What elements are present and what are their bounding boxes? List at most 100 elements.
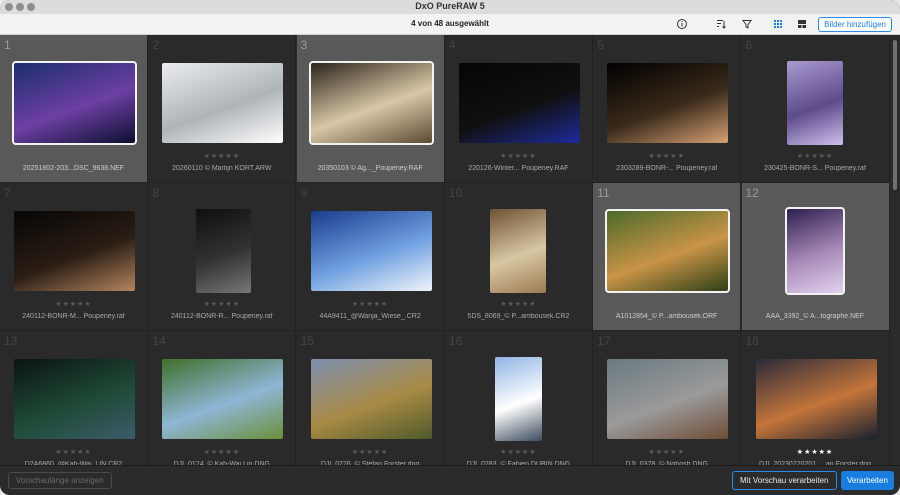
image-tile[interactable]: 2 ★★★★★ 20260110 © Martijn KORT.ARW bbox=[148, 35, 297, 183]
image-tile[interactable]: 5 ★★★★★ 2303289-BONR-... Poupeney.raf bbox=[593, 35, 742, 183]
selection-status: 4 von 48 ausgewählt bbox=[411, 19, 489, 28]
process-button[interactable]: Verarbeiten bbox=[841, 471, 894, 490]
image-grid: 1 ★★★★★ 20251802-203...DSC_9638.NEF 2 ★★★★★ 2… bbox=[0, 35, 890, 465]
star-rating[interactable]: ★★★★★ bbox=[148, 448, 295, 456]
image-thumbnail[interactable] bbox=[784, 207, 845, 295]
image-index: 17 bbox=[597, 334, 611, 348]
image-index: 14 bbox=[152, 334, 166, 348]
sort-icon[interactable] bbox=[715, 18, 727, 30]
image-thumbnail[interactable] bbox=[458, 63, 580, 143]
star-rating[interactable]: ★★★★★ bbox=[0, 152, 147, 160]
image-index: 10 bbox=[448, 186, 463, 200]
grid-view-icon[interactable] bbox=[772, 18, 784, 30]
star-rating[interactable]: ★★★★★ bbox=[297, 152, 444, 160]
image-tile[interactable]: 13 ★★★★★ D2A6860_@Kah-Wai_LIN.CR2 bbox=[0, 331, 148, 465]
image-thumbnail[interactable] bbox=[162, 359, 284, 439]
image-thumbnail[interactable] bbox=[310, 211, 432, 291]
image-filename: 220126-Winter... Poupeney.RAF bbox=[468, 165, 569, 172]
image-index: 5 bbox=[597, 38, 604, 52]
image-tile[interactable]: 12 ★★★★★ AAA_3392_© A...tographe.NEF bbox=[741, 183, 890, 331]
star-rating[interactable]: ★★★★★ bbox=[445, 300, 592, 308]
star-rating[interactable]: ★★★★★ bbox=[297, 448, 444, 456]
image-filename: AAA_3392_© A...tographe.NEF bbox=[765, 313, 865, 320]
image-tile[interactable]: 9 ★★★★★ 44A9411_@Wanja_Wiese_.CR2 bbox=[296, 183, 445, 331]
image-filename: 240112-BONR-R... Poupeney.raf bbox=[170, 313, 273, 320]
info-icon[interactable] bbox=[676, 18, 688, 30]
bottom-bar: Vorschaulänge anzeigen Mit Vorschau vera… bbox=[0, 465, 900, 495]
show-preview-list-button[interactable]: Vorschaulänge anzeigen bbox=[8, 472, 112, 489]
image-index: 11 bbox=[597, 186, 610, 200]
image-index: 16 bbox=[448, 334, 463, 348]
image-thumbnail[interactable] bbox=[196, 209, 252, 293]
image-index: 18 bbox=[745, 334, 759, 348]
image-thumbnail[interactable] bbox=[489, 209, 546, 293]
title-bar: DxO PureRAW 5 bbox=[0, 0, 900, 14]
image-tile[interactable]: 10 ★★★★★ 5DS_8069_© P...ambousek.CR2 bbox=[444, 183, 593, 331]
image-tile[interactable]: 16 ★★★★★ DJI_0283_© Fabien DUBIN.DNG bbox=[445, 331, 593, 465]
star-rating[interactable]: ★★★★★ bbox=[148, 152, 295, 160]
toolbar: 4 von 48 ausgewählt Bilder hinzufügen bbox=[0, 14, 900, 35]
image-tile[interactable]: 15 ★★★★★ DJI_0276_© Stefan Forster.dng bbox=[297, 331, 445, 465]
image-tile[interactable]: 7 ★★★★★ 240112-BONR-M... Poupeney.raf bbox=[0, 183, 148, 331]
image-index: 15 bbox=[300, 334, 314, 348]
window-title: DxO PureRAW 5 bbox=[415, 1, 485, 11]
compare-view-icon[interactable] bbox=[796, 18, 808, 30]
image-tile[interactable]: 3 ★★★★★ 20350103 © Ag..._Poupeney.RAF bbox=[296, 35, 445, 183]
image-filename: 5DS_8069_© P...ambousek.CR2 bbox=[467, 313, 570, 320]
image-tile[interactable]: 11 ★★★★★ A1012854_© P...ambousek.ORF bbox=[593, 183, 742, 331]
image-thumbnail[interactable] bbox=[12, 61, 137, 145]
image-tile[interactable]: 4 ★★★★★ 220126-Winter... Poupeney.RAF bbox=[444, 35, 593, 183]
star-rating[interactable]: ★★★★★ bbox=[445, 152, 592, 160]
star-rating[interactable]: ★★★★★ bbox=[742, 300, 889, 308]
image-thumbnail[interactable] bbox=[607, 63, 729, 143]
image-filename: 230425-BONR-S... Poupeney.raf bbox=[764, 165, 866, 172]
image-thumbnail[interactable] bbox=[605, 209, 731, 293]
image-thumbnail[interactable] bbox=[162, 63, 284, 143]
star-rating[interactable]: ★★★★★ bbox=[445, 448, 592, 456]
image-filename: 44A9411_@Wanja_Wiese_.CR2 bbox=[319, 313, 421, 320]
scrollbar-thumb[interactable] bbox=[893, 40, 897, 190]
image-filename: A1012854_© P...ambousek.ORF bbox=[615, 313, 718, 320]
star-rating[interactable]: ★★★★★ bbox=[742, 448, 889, 456]
image-thumbnail[interactable] bbox=[786, 61, 843, 145]
image-thumbnail[interactable] bbox=[14, 359, 135, 439]
star-rating[interactable]: ★★★★★ bbox=[297, 300, 444, 308]
image-tile[interactable]: 14 ★★★★★ DJI_0124_© Kah-Wai Lin.DNG bbox=[148, 331, 297, 465]
star-rating[interactable]: ★★★★★ bbox=[148, 300, 295, 308]
image-tile[interactable]: 8 ★★★★★ 240112-BONR-R... Poupeney.raf bbox=[148, 183, 297, 331]
image-filename: 20350103 © Ag..._Poupeney.RAF bbox=[317, 165, 423, 172]
image-thumbnail[interactable] bbox=[14, 211, 135, 291]
process-with-preview-button[interactable]: Mit Vorschau verarbeiten bbox=[732, 471, 837, 490]
image-index: 13 bbox=[4, 334, 18, 348]
star-rating[interactable]: ★★★★★ bbox=[742, 152, 889, 160]
star-rating[interactable]: ★★★★★ bbox=[593, 300, 740, 308]
image-tile[interactable]: 6 ★★★★★ 230425-BONR-S... Poupeney.raf bbox=[741, 35, 890, 183]
image-thumbnail[interactable] bbox=[310, 359, 432, 439]
filter-icon[interactable] bbox=[741, 18, 753, 30]
star-rating[interactable]: ★★★★★ bbox=[0, 448, 147, 456]
image-index: 9 bbox=[300, 186, 308, 200]
image-filename: 20260110 © Martijn KORT.ARW bbox=[172, 165, 272, 172]
image-index: 12 bbox=[745, 186, 759, 200]
image-thumbnail[interactable] bbox=[494, 357, 542, 441]
image-thumbnail[interactable] bbox=[755, 359, 877, 439]
image-filename: 2303289-BONR-... Poupeney.raf bbox=[616, 165, 718, 172]
image-thumbnail[interactable] bbox=[607, 359, 729, 439]
add-images-button[interactable]: Bilder hinzufügen bbox=[818, 17, 892, 32]
image-index: 1 bbox=[4, 38, 11, 52]
image-index: 8 bbox=[152, 186, 159, 200]
image-filename: 20251802-203...DSC_9638.NEF bbox=[22, 165, 125, 172]
image-index: 4 bbox=[448, 38, 456, 52]
star-rating[interactable]: ★★★★★ bbox=[593, 448, 740, 456]
image-index: 2 bbox=[152, 38, 159, 52]
star-rating[interactable]: ★★★★★ bbox=[593, 152, 740, 160]
image-tile[interactable]: 1 ★★★★★ 20251802-203...DSC_9638.NEF bbox=[0, 35, 148, 183]
image-index: 7 bbox=[4, 186, 11, 200]
star-rating[interactable]: ★★★★★ bbox=[0, 300, 147, 308]
app-window: DxO PureRAW 5 4 von 48 ausgewählt Bilder… bbox=[0, 0, 900, 495]
image-tile[interactable]: 17 ★★★★★ DJI_0378_© Nobosh.DNG bbox=[593, 331, 742, 465]
image-filename: 240112-BONR-M... Poupeney.raf bbox=[22, 313, 125, 320]
image-thumbnail[interactable] bbox=[308, 61, 434, 145]
image-index: 3 bbox=[300, 38, 308, 52]
image-tile[interactable]: 18 ★★★★★ DJI_20230720201_...an Forster.dng bbox=[742, 331, 890, 465]
